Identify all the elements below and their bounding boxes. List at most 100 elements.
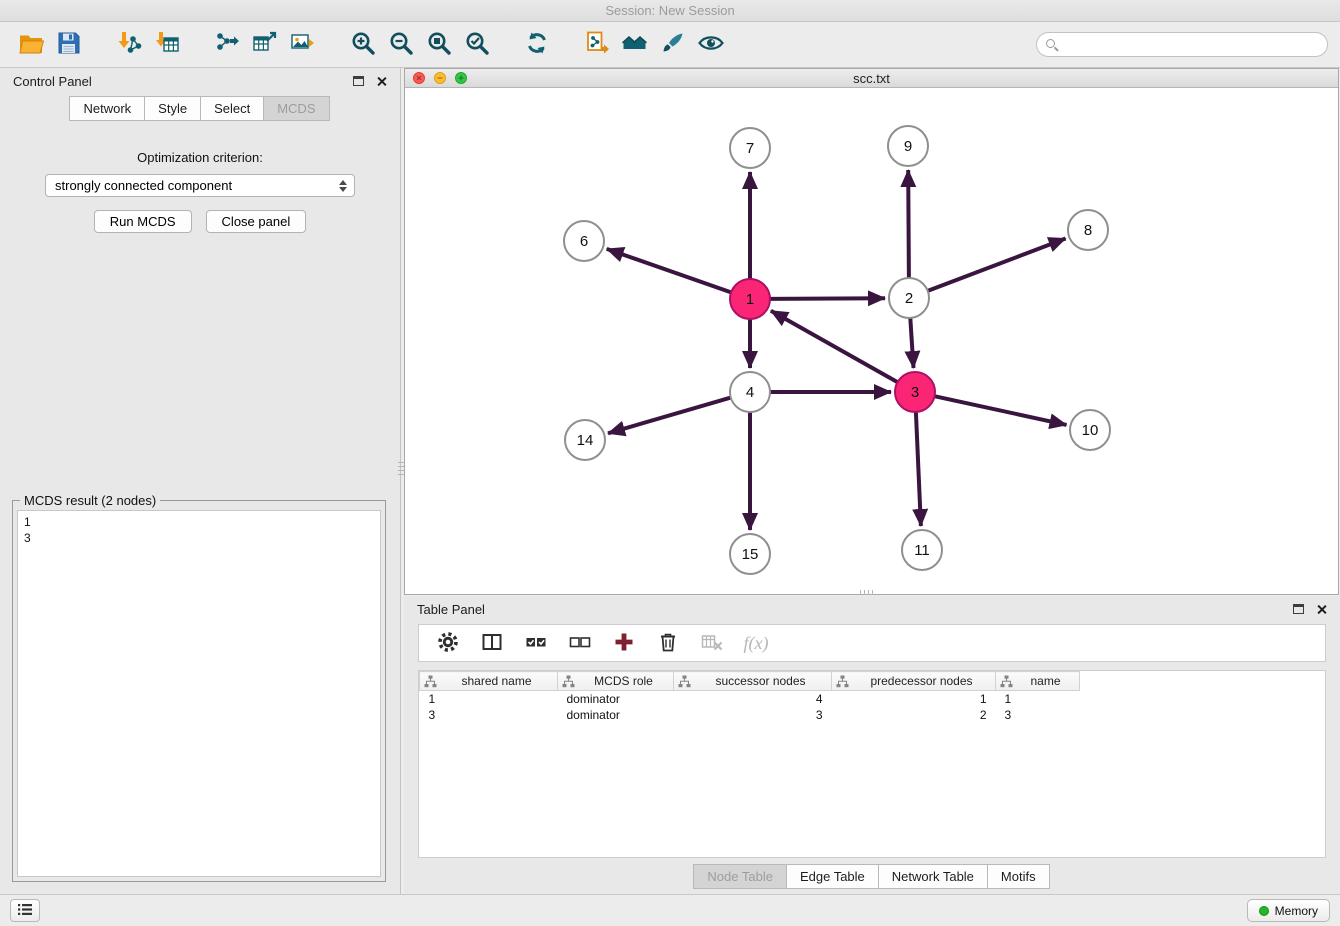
mcds-result-list[interactable]: 13 [17, 510, 381, 877]
automation-panel-button[interactable] [10, 899, 40, 922]
column-header-mcds-role[interactable]: MCDS role [558, 672, 674, 691]
tab-network[interactable]: Network [69, 96, 145, 121]
tab-motifs[interactable]: Motifs [987, 864, 1050, 889]
edge-3-10[interactable] [935, 396, 1067, 425]
float-panel-icon[interactable] [353, 76, 364, 86]
column-label: name [1030, 674, 1060, 688]
edge-1-6[interactable] [607, 249, 731, 293]
clone-network-button[interactable] [578, 27, 616, 63]
tree-icon [678, 675, 691, 691]
home-button[interactable] [616, 27, 654, 63]
import-table-button[interactable] [148, 27, 186, 63]
gear-button[interactable] [433, 628, 463, 658]
zoom-fit-button[interactable] [420, 27, 458, 63]
deselect-all-button[interactable] [565, 628, 595, 658]
horizontal-splitter-handle[interactable] [860, 590, 876, 595]
zoom-fit-icon [426, 30, 452, 59]
delete-row-button[interactable] [653, 628, 683, 658]
column-label: shared name [461, 674, 531, 688]
tab-node-table[interactable]: Node Table [693, 864, 787, 889]
zoom-in-icon [350, 30, 376, 59]
edge-4-14[interactable] [608, 398, 731, 434]
node-8[interactable]: 8 [1068, 210, 1108, 250]
search-input[interactable] [1064, 37, 1318, 52]
window-titlebar: Session: New Session [0, 0, 1340, 22]
node-6[interactable]: 6 [564, 221, 604, 261]
zoom-out-button[interactable] [382, 27, 420, 63]
select-stepper-icon [339, 180, 349, 192]
node-2[interactable]: 2 [889, 278, 929, 318]
eye-button[interactable] [692, 27, 730, 63]
tree-icon [836, 675, 849, 691]
criterion-select[interactable]: strongly connected component [45, 174, 355, 197]
network-canvas[interactable]: 7 9 6 8 1 2 4 3 14 10 15 11 [405, 88, 1338, 594]
edge-2-8[interactable] [928, 239, 1066, 291]
columns-icon [481, 631, 503, 656]
open-session-button[interactable] [12, 27, 50, 63]
tab-style[interactable]: Style [144, 96, 201, 121]
vertical-splitter-handle[interactable] [398, 462, 404, 478]
edge-1-2[interactable] [770, 298, 885, 299]
close-table-panel-icon[interactable] [1316, 604, 1327, 615]
run-mcds-button[interactable]: Run MCDS [94, 210, 192, 233]
zoom-button[interactable] [455, 72, 467, 84]
refresh-button[interactable] [518, 27, 556, 63]
node-11[interactable]: 11 [902, 530, 942, 570]
close-panel-button[interactable]: Close panel [206, 210, 307, 233]
mcds-buttons: Run MCDS Close panel [0, 210, 400, 233]
node-14[interactable]: 14 [565, 420, 605, 460]
save-session-button[interactable] [50, 27, 88, 63]
function-button: f(x) [741, 628, 771, 658]
column-header-shared-name[interactable]: shared name [420, 672, 558, 691]
export-image-button[interactable] [284, 27, 322, 63]
node-10[interactable]: 10 [1070, 410, 1110, 450]
zoom-in-button[interactable] [344, 27, 382, 63]
cell-shared-name: 3 [420, 707, 558, 723]
add-row-button[interactable] [609, 628, 639, 658]
criterion-selected-value: strongly connected component [55, 178, 232, 193]
table-row[interactable]: 1dominator411 [420, 691, 1080, 707]
column-header-predecessor-nodes[interactable]: predecessor nodes [832, 672, 996, 691]
edge-2-9[interactable] [908, 170, 909, 278]
table-body: 1dominator4113dominator323 [420, 691, 1080, 723]
node-3[interactable]: 3 [895, 372, 935, 412]
toolbar-group-gap [496, 44, 518, 45]
network-graph[interactable]: 7 9 6 8 1 2 4 3 14 10 15 11 [405, 88, 1338, 594]
minimize-button[interactable] [434, 72, 446, 84]
table-header-row: shared name MCDS rolesuccessor nodesprede… [420, 672, 1080, 691]
node-4[interactable]: 4 [730, 372, 770, 412]
edge-2-3[interactable] [910, 318, 913, 368]
node-15[interactable]: 15 [730, 534, 770, 574]
svg-text:9: 9 [904, 138, 912, 155]
node-7[interactable]: 7 [730, 128, 770, 168]
search-box[interactable] [1036, 32, 1328, 57]
edge-3-11[interactable] [916, 412, 921, 526]
column-header-name[interactable]: name [996, 672, 1080, 691]
select-all-button[interactable] [521, 628, 551, 658]
tab-edge-table[interactable]: Edge Table [786, 864, 879, 889]
edge-3-1[interactable] [771, 311, 898, 382]
tab-select[interactable]: Select [200, 96, 264, 121]
style-button[interactable] [654, 27, 692, 63]
node-9[interactable]: 9 [888, 126, 928, 166]
export-network-button[interactable] [208, 27, 246, 63]
zoom-selected-button[interactable] [458, 27, 496, 63]
node-1[interactable]: 1 [730, 279, 770, 319]
tab-network-table[interactable]: Network Table [878, 864, 988, 889]
memory-button[interactable]: Memory [1247, 899, 1330, 922]
svg-text:7: 7 [746, 140, 754, 157]
float-table-panel-icon[interactable] [1293, 604, 1304, 614]
close-button[interactable] [413, 72, 425, 84]
import-network-button[interactable] [110, 27, 148, 63]
column-header-successor-nodes[interactable]: successor nodes [674, 672, 832, 691]
export-table-button[interactable] [246, 27, 284, 63]
cell-predecessor-nodes: 2 [832, 707, 996, 723]
table-row[interactable]: 3dominator323 [420, 707, 1080, 723]
memory-status-icon [1259, 906, 1269, 916]
columns-button[interactable] [477, 628, 507, 658]
node-table-area: shared name MCDS rolesuccessor nodesprede… [418, 670, 1326, 858]
tab-mcds[interactable]: MCDS [263, 96, 329, 121]
close-panel-icon[interactable] [376, 76, 387, 87]
network-view-title: scc.txt [405, 71, 1338, 86]
delete-column-icon [701, 631, 723, 656]
